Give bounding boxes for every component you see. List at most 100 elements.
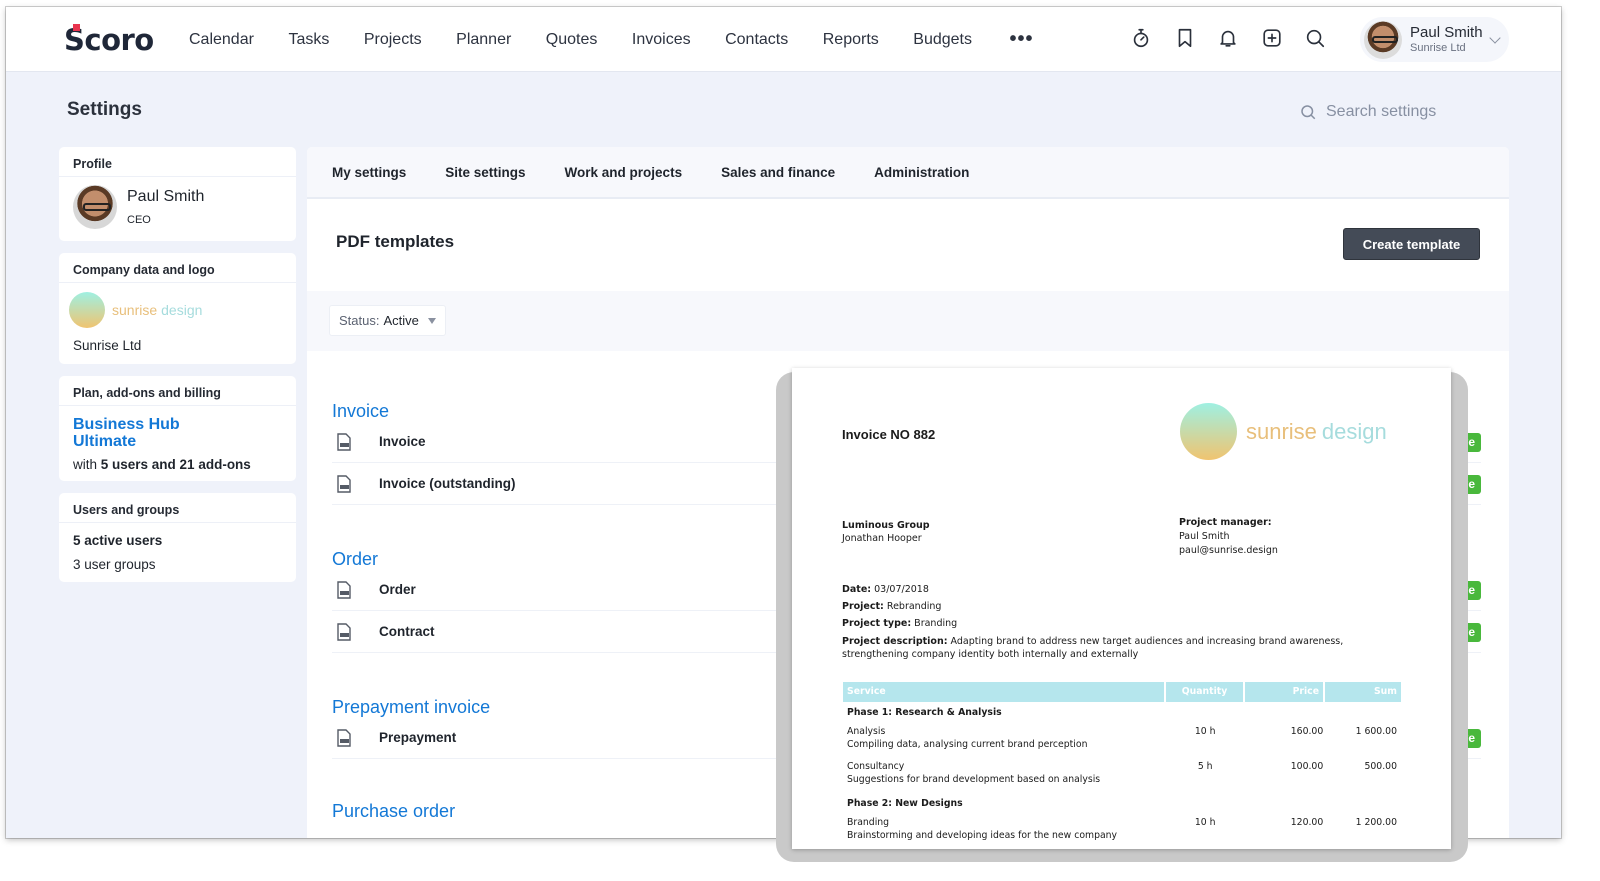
card-heading: Profile bbox=[59, 147, 296, 177]
pdf-file-icon bbox=[336, 728, 352, 747]
invoice-date: 03/07/2018 bbox=[874, 584, 929, 595]
invoice-preview: Invoice NO 882 sunrise design Luminous G… bbox=[792, 368, 1451, 849]
plan-name-line: Business Hub bbox=[73, 416, 180, 433]
nav-contacts[interactable]: Contacts bbox=[725, 31, 788, 49]
invoice-line: Analysis Compiling data, analysing curren… bbox=[843, 723, 1401, 758]
filter-value: Active bbox=[383, 313, 419, 328]
column-header: Quantity bbox=[1166, 682, 1243, 702]
meta-label: Date: bbox=[842, 584, 872, 595]
search-placeholder: Search settings bbox=[1326, 103, 1437, 120]
status-filter-dropdown[interactable]: Status: Active bbox=[329, 305, 446, 336]
invoice-line: Branding Brainstorming and developing ide… bbox=[843, 814, 1401, 849]
plan-detail-count: 5 users and 21 add-ons bbox=[100, 457, 251, 472]
line-sum: 500.00 bbox=[1364, 761, 1397, 772]
company-name: Sunrise Ltd bbox=[73, 338, 142, 353]
timer-icon[interactable] bbox=[1128, 25, 1154, 51]
pm-label: Project manager: bbox=[1179, 517, 1272, 528]
pdf-file-icon bbox=[336, 580, 352, 599]
user-menu[interactable]: Paul Smith Sunrise Ltd bbox=[1360, 17, 1509, 62]
line-price: 120.00 bbox=[1290, 817, 1324, 828]
nav-budgets[interactable]: Budgets bbox=[913, 31, 972, 49]
invoice-meta: Date: 03/07/2018 Project: Rebranding Pro… bbox=[842, 581, 1402, 661]
column-header: Price bbox=[1245, 682, 1323, 702]
sun-logo-icon bbox=[1180, 403, 1237, 460]
line-sum: 1 600.00 bbox=[1355, 726, 1397, 737]
sun-logo-icon bbox=[69, 292, 105, 328]
user-name: Paul Smith bbox=[1410, 24, 1483, 42]
search-icon[interactable] bbox=[1302, 25, 1328, 51]
bookmark-icon[interactable] bbox=[1172, 25, 1198, 51]
user-groups-link[interactable]: 3 user groups bbox=[73, 557, 282, 572]
phase-title: Phase 2: New Designs bbox=[847, 798, 963, 809]
add-icon[interactable] bbox=[1259, 25, 1285, 51]
tab-site-settings[interactable]: Site settings bbox=[445, 165, 525, 180]
page-title: Settings bbox=[67, 99, 142, 120]
line-qty: 10 h bbox=[1194, 817, 1216, 828]
invoice-client: Luminous Group Jonathan Hooper bbox=[842, 519, 930, 545]
line-service: Analysis bbox=[847, 726, 886, 737]
create-template-button[interactable]: Create template bbox=[1343, 228, 1480, 260]
invoice-project-type: Branding bbox=[914, 618, 958, 630]
column-header: Sum bbox=[1325, 682, 1401, 702]
filter-label: Status: bbox=[339, 313, 380, 328]
invoice-project-manager: Project manager: Paul Smith paul@sunrise… bbox=[1179, 516, 1278, 558]
nav-quotes[interactable]: Quotes bbox=[546, 31, 598, 49]
phase-title: Phase 1: Research & Analysis bbox=[847, 707, 1002, 718]
section-header: PDF templates Create template bbox=[307, 199, 1509, 291]
line-description: Compiling data, analysing current brand … bbox=[847, 739, 1088, 750]
line-qty: 10 h bbox=[1194, 726, 1216, 737]
nav-planner[interactable]: Planner bbox=[456, 31, 511, 49]
card-heading: Users and groups bbox=[59, 493, 296, 523]
section-title: PDF templates bbox=[336, 232, 455, 251]
logo-word: sunrise bbox=[112, 302, 158, 318]
tab-administration[interactable]: Administration bbox=[874, 165, 969, 180]
pdf-file-icon bbox=[336, 622, 352, 641]
company-logo: sunrise design bbox=[69, 283, 282, 328]
line-sum: 1 200.00 bbox=[1355, 817, 1397, 828]
top-nav: Scoro Calendar Tasks Projects Planner Qu… bbox=[6, 7, 1561, 72]
more-menu-icon[interactable]: ••• bbox=[1009, 28, 1033, 51]
card-heading: Company data and logo bbox=[59, 253, 296, 283]
plan-detail-prefix: with bbox=[73, 457, 101, 472]
tab-work-and-projects[interactable]: Work and projects bbox=[565, 165, 683, 180]
bell-icon[interactable] bbox=[1215, 25, 1241, 51]
card-heading: Plan, add-ons and billing bbox=[59, 376, 296, 406]
nav-tasks[interactable]: Tasks bbox=[288, 31, 329, 49]
invoice-logo: sunrise design bbox=[1180, 403, 1387, 460]
plan-name-line: Ultimate bbox=[73, 433, 137, 450]
logo-word: design bbox=[161, 302, 203, 318]
client-company: Luminous Group bbox=[842, 520, 930, 531]
nav-invoices[interactable]: Invoices bbox=[632, 31, 691, 49]
logo-word: sunrise bbox=[1246, 418, 1317, 444]
nav-projects[interactable]: Projects bbox=[364, 31, 422, 49]
search-settings-input[interactable]: Search settings bbox=[1299, 103, 1436, 121]
scoro-logo[interactable]: Scoro bbox=[64, 23, 154, 57]
invoice-project: Rebranding bbox=[886, 601, 942, 613]
nav-reports[interactable]: Reports bbox=[823, 31, 879, 49]
line-description: Brainstorming and developing ideas for t… bbox=[847, 830, 1118, 841]
search-icon bbox=[1301, 105, 1316, 120]
line-service: Consultancy bbox=[847, 761, 905, 772]
active-users-link[interactable]: 5 active users bbox=[73, 523, 282, 548]
logo-word: design bbox=[1321, 418, 1387, 444]
template-name: Invoice (outstanding) bbox=[379, 476, 516, 491]
line-price: 100.00 bbox=[1290, 761, 1324, 772]
settings-tabs: My settings Site settings Work and proje… bbox=[307, 147, 1509, 199]
nav-calendar[interactable]: Calendar bbox=[189, 31, 254, 49]
invoice-table: Service Quantity Price Sum Phase 1: Rese… bbox=[843, 682, 1401, 849]
plan-card[interactable]: Plan, add-ons and billing Business Hub U… bbox=[59, 376, 296, 481]
company-card[interactable]: Company data and logo sunrise design Sun… bbox=[59, 253, 296, 364]
caret-down-icon bbox=[427, 317, 436, 324]
plan-name-link[interactable]: Business Hub Ultimate bbox=[73, 406, 282, 450]
column-header: Service bbox=[843, 682, 1164, 702]
tab-my-settings[interactable]: My settings bbox=[332, 165, 406, 180]
tab-sales-and-finance[interactable]: Sales and finance bbox=[721, 165, 835, 180]
users-card[interactable]: Users and groups 5 active users 3 user g… bbox=[59, 493, 296, 582]
pdf-file-icon bbox=[336, 474, 352, 493]
line-description: Suggestions for brand development based … bbox=[847, 774, 1101, 785]
user-company: Sunrise Ltd bbox=[1410, 41, 1466, 54]
line-price: 160.00 bbox=[1290, 726, 1324, 737]
profile-role: CEO bbox=[127, 214, 151, 226]
profile-card[interactable]: Profile Paul Smith CEO bbox=[59, 147, 296, 241]
filter-bar: Status: Active bbox=[307, 291, 1509, 351]
